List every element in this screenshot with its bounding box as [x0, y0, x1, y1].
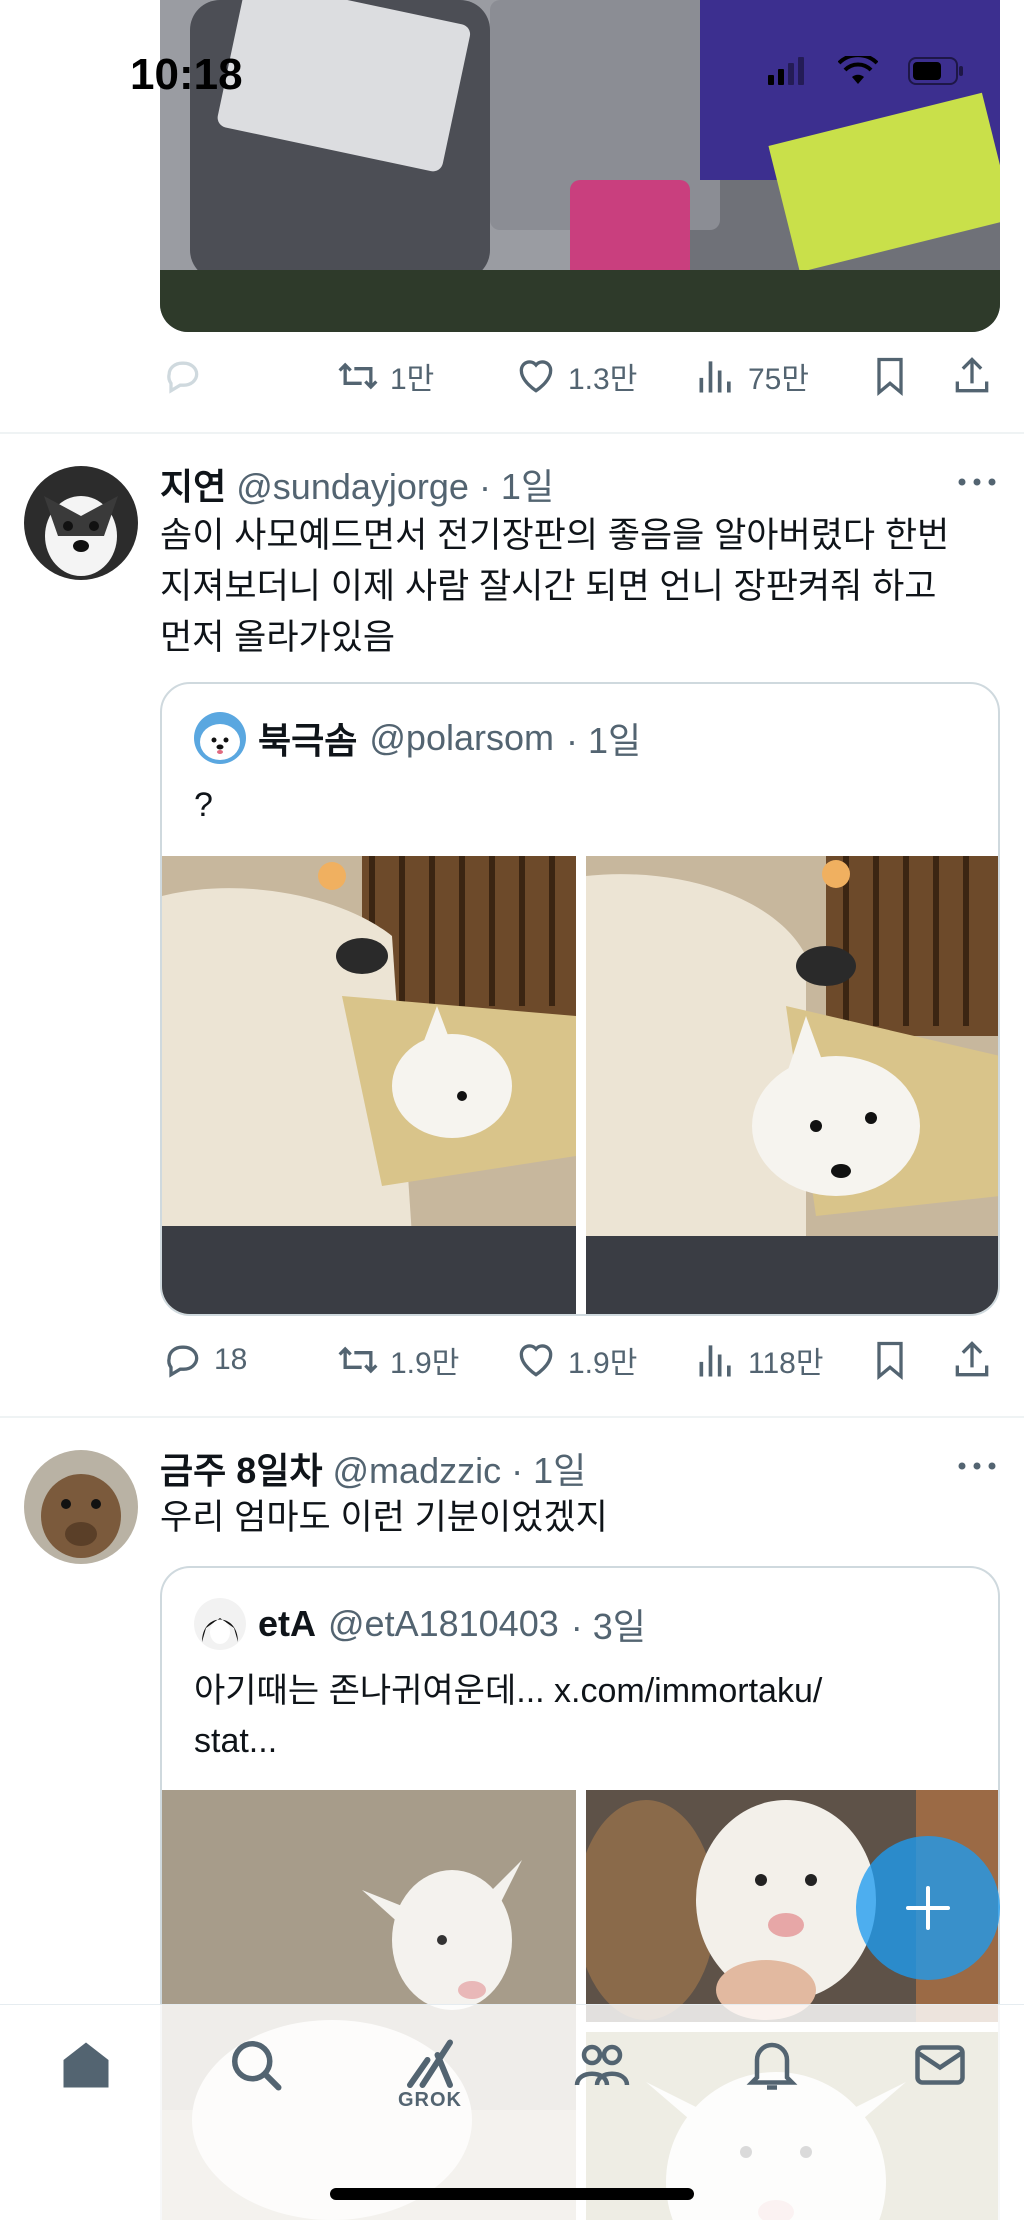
- status-time: 10:18: [130, 50, 243, 99]
- anime-avatar-image: [194, 1598, 246, 1650]
- tweet-media-photo[interactable]: [160, 0, 1000, 332]
- quoted-author-handle: @etA1810403: [328, 1603, 559, 1644]
- photo-cards-image: [160, 0, 1000, 332]
- bookmark-button[interactable]: [868, 1338, 912, 1382]
- share-button[interactable]: [950, 354, 994, 398]
- quoted-photo-1[interactable]: [162, 856, 576, 1314]
- signal-icon: [768, 57, 804, 85]
- views-button[interactable]: 75만: [694, 354, 809, 398]
- tab-grok[interactable]: GROK: [390, 2035, 470, 2115]
- tweet-header: 지연 @sundayjorge · 1일: [160, 458, 980, 508]
- heart-icon: [519, 1344, 553, 1377]
- battery-icon: [908, 57, 963, 85]
- quoted-tweet-time: · 1일: [565, 720, 642, 761]
- more-options-icon[interactable]: [954, 470, 1000, 494]
- views-count: 118만: [748, 1347, 824, 1380]
- retweet-button[interactable]: 1만: [336, 354, 434, 398]
- tweet-divider: [0, 432, 1024, 434]
- tweet-time[interactable]: · 1일: [511, 1442, 586, 1494]
- quoted-author-name: 북극솜: [258, 720, 358, 761]
- wifi-icon: [838, 56, 878, 84]
- reply-button[interactable]: [160, 354, 204, 398]
- husky-avatar-image: [24, 466, 138, 580]
- retweet-count: 1.9만: [390, 1347, 460, 1380]
- tweet-time[interactable]: · 1일: [479, 458, 554, 510]
- tweet-actions: 18 1.9만 1.9만 118만: [160, 1330, 1000, 1390]
- avatar[interactable]: [24, 1450, 138, 1564]
- author-handle[interactable]: @sundayjorge: [236, 466, 469, 508]
- retweet-icon: [338, 1346, 378, 1374]
- dog-in-bed-photo: [162, 856, 576, 1314]
- reply-icon: [167, 361, 199, 394]
- like-button[interactable]: 1.3만: [514, 354, 637, 398]
- views-count: 75만: [748, 363, 809, 396]
- quoted-author-name: etA: [258, 1603, 317, 1644]
- quoted-avatar: [194, 712, 246, 764]
- grok-label: GROK: [398, 2089, 462, 2111]
- quoted-avatar: [194, 1598, 246, 1650]
- views-button[interactable]: 118만: [694, 1338, 823, 1382]
- capybara-avatar-image: [24, 1450, 138, 1564]
- tab-notifications[interactable]: [732, 2035, 812, 2115]
- tab-home[interactable]: [46, 2035, 126, 2115]
- tweet-text: 솜이 사모예드면서 전기장판의 좋음을 알아버렸다 한번 지져보더니 이제 사람…: [160, 516, 950, 657]
- quoted-photo-2[interactable]: [586, 856, 998, 1314]
- author-name[interactable]: 금주 8일차: [160, 1442, 323, 1494]
- status-icons: [768, 56, 964, 86]
- bookmark-icon: [877, 1341, 903, 1381]
- samoyed-avatar-image: [194, 712, 246, 764]
- heart-icon: [519, 360, 553, 393]
- envelope-icon: [915, 2045, 965, 2085]
- quoted-tweet-text: 아기때는 존나귀여운데... x.com/immortaku/ stat...: [194, 1672, 823, 1760]
- communities-icon: [574, 2044, 630, 2086]
- like-count: 1.9만: [568, 1347, 638, 1380]
- quoted-tweet-header: etA @etA1810403 · 3일: [194, 1598, 646, 1650]
- like-count: 1.3만: [568, 363, 638, 396]
- tweet-actions: 1만 1.3만 75만: [160, 346, 1000, 406]
- quoted-tweet-text: ?: [194, 786, 213, 824]
- more-options-icon[interactable]: [954, 1454, 1000, 1478]
- grok-icon: [407, 2039, 453, 2088]
- quoted-author-handle: @polarsom: [369, 717, 554, 758]
- search-icon: [232, 2041, 282, 2091]
- views-chart-icon: [699, 1345, 731, 1377]
- quoted-tweet-time: · 3일: [570, 1606, 646, 1647]
- views-chart-icon: [699, 361, 731, 393]
- tweet-text: 우리 엄마도 이런 기분이었겠지: [160, 1498, 608, 1537]
- dog-in-bed-photo: [586, 856, 998, 1314]
- author-name[interactable]: 지연: [160, 458, 226, 510]
- tab-messages[interactable]: [900, 2035, 980, 2115]
- reply-count: 18: [214, 1343, 248, 1376]
- retweet-button[interactable]: 1.9만: [336, 1338, 459, 1382]
- home-icon: [63, 2042, 109, 2088]
- avatar[interactable]: [24, 466, 138, 580]
- retweet-icon: [338, 362, 378, 390]
- tweet-divider: [0, 1416, 1024, 1418]
- home-indicator: [330, 2188, 694, 2200]
- quoted-tweet-header: 북극솜 @polarsom · 1일: [194, 712, 641, 764]
- reply-button[interactable]: 18: [160, 1338, 247, 1382]
- compose-tweet-button[interactable]: [856, 1836, 1000, 1980]
- plus-icon: [906, 1886, 950, 1930]
- quoted-tweet[interactable]: 북극솜 @polarsom · 1일 ?: [160, 682, 1000, 1316]
- share-icon: [955, 357, 989, 393]
- tweet-header: 금주 8일차 @madzzic · 1일: [160, 1442, 980, 1492]
- bell-icon: [746, 2042, 798, 2090]
- bookmark-icon: [877, 357, 903, 397]
- author-handle[interactable]: @madzzic: [333, 1450, 502, 1492]
- bookmark-button[interactable]: [868, 354, 912, 398]
- share-icon: [955, 1341, 989, 1377]
- tab-search[interactable]: [216, 2035, 296, 2115]
- like-button[interactable]: 1.9만: [514, 1338, 637, 1382]
- share-button[interactable]: [950, 1338, 994, 1382]
- retweet-count: 1만: [390, 363, 435, 396]
- tab-communities[interactable]: [562, 2035, 642, 2115]
- reply-icon: [167, 1345, 199, 1378]
